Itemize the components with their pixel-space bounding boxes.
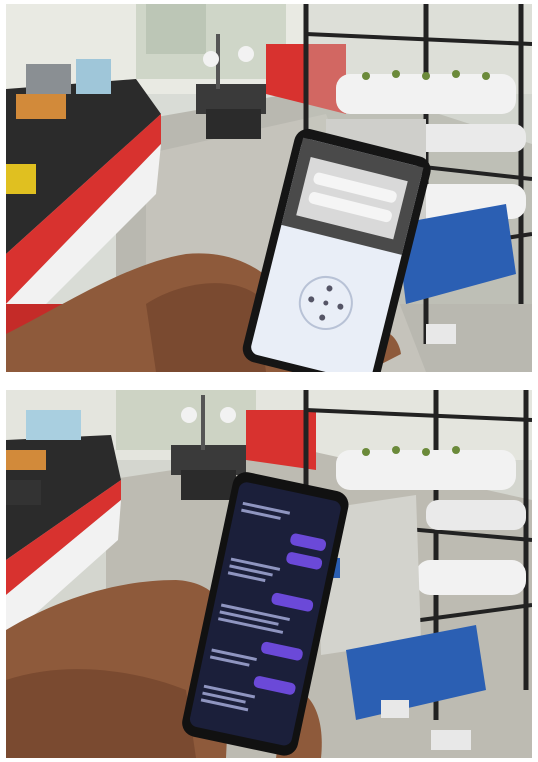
bottom-photo-scene bbox=[6, 390, 532, 758]
top-photo bbox=[6, 4, 532, 372]
bottom-photo bbox=[6, 390, 532, 758]
top-photo-scene bbox=[6, 4, 532, 372]
